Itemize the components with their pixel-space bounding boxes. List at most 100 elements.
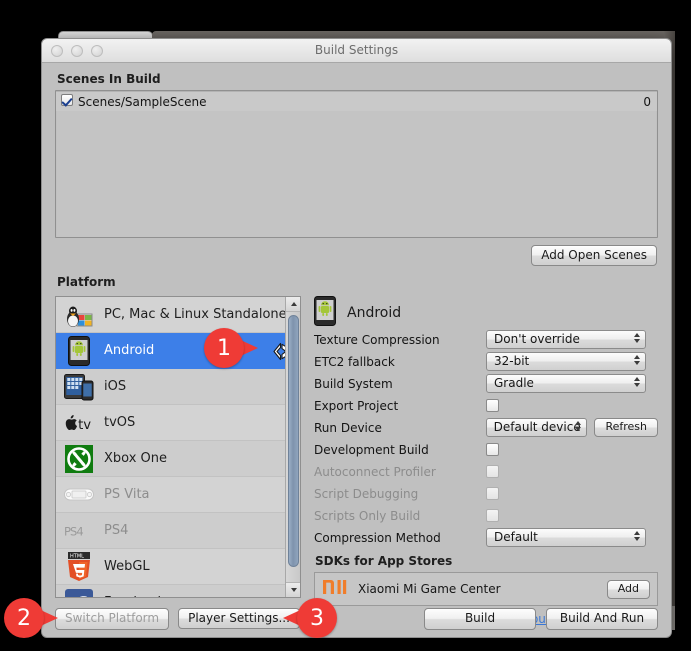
callout-number: 3 [310, 605, 324, 631]
setting-label: Script Debugging [314, 486, 419, 501]
scroll-down-arrow-icon[interactable] [286, 582, 300, 597]
selected-platform-name: Android [347, 305, 402, 321]
scene-name: Scenes/SampleScene [78, 94, 207, 109]
script-debugging-checkbox [486, 487, 499, 500]
window-title: Build Settings [314, 43, 399, 57]
add-sdk-button[interactable]: Add [606, 579, 650, 599]
platform-item-ps-vita[interactable]: PS Vita [56, 477, 300, 513]
dropdown-stepper-icon [634, 377, 640, 387]
setting-scripts-only-build: Scripts Only Build [314, 506, 658, 525]
ios-icon [64, 372, 94, 402]
sdks-section-label: SDKs for App Stores [315, 554, 453, 568]
dialog-bottom-bar: Switch Platform Player Settings... Build… [42, 601, 671, 637]
platform-area: PC, Mac & Linux Standalone Android iOS t… [55, 296, 658, 626]
setting-build-system: Build System Gradle [314, 374, 658, 393]
platform-item-label: Android [104, 343, 155, 358]
setting-compression-method: Compression Method Default [314, 528, 658, 547]
platform-item-label: PC, Mac & Linux Standalone [104, 307, 287, 322]
scripts-only-build-checkbox [486, 509, 499, 522]
svg-text:PS4: PS4 [64, 524, 83, 538]
export-project-checkbox[interactable] [486, 399, 499, 412]
development-build-checkbox[interactable] [486, 443, 499, 456]
android-icon [314, 296, 336, 330]
texture-compression-dropdown[interactable]: Don't override [486, 330, 646, 349]
setting-label: Development Build [314, 442, 429, 457]
standalone-icon [64, 300, 94, 330]
platform-item-label: iOS [104, 379, 127, 394]
player-settings-button[interactable]: Player Settings... [178, 608, 300, 629]
platform-settings-pane: Android Texture Compression Don't overri… [314, 296, 658, 626]
screen: Build Settings Scenes In Build Scenes/Sa… [0, 0, 691, 651]
callout-marker-1: 1 [204, 328, 258, 368]
scrollbar-thumb[interactable] [288, 315, 299, 567]
dropdown-stepper-icon [634, 355, 640, 365]
callout-number: 2 [17, 605, 31, 631]
platform-item-label: Xbox One [104, 451, 168, 466]
dropdown-stepper-icon [575, 421, 582, 431]
platform-item-label: tvOS [104, 415, 136, 430]
setting-texture-compression: Texture Compression Don't override [314, 330, 658, 349]
platform-item-label: Facebook [104, 595, 165, 597]
window-body: Scenes In Build Scenes/SampleScene 0 Add… [42, 63, 671, 637]
xiaomi-mi-icon [322, 578, 348, 600]
platform-list-scrollbar[interactable] [285, 297, 300, 597]
callout-marker-2: 2 [4, 598, 58, 638]
scenes-section-label: Scenes In Build [57, 72, 161, 86]
tvos-icon: tv [64, 408, 94, 438]
switch-platform-button[interactable]: Switch Platform [55, 608, 170, 630]
scenes-in-build-list[interactable]: Scenes/SampleScene 0 [55, 90, 658, 238]
setting-label: Compression Method [314, 530, 441, 545]
webgl-icon: HTML [64, 551, 94, 582]
run-device-dropdown[interactable]: Default device [485, 418, 588, 437]
etc2-fallback-dropdown[interactable]: 32-bit [486, 352, 646, 371]
xbox-icon [64, 444, 94, 474]
build-button[interactable]: Build [424, 608, 536, 630]
autoconnect-profiler-checkbox [486, 465, 499, 478]
platform-item-webgl[interactable]: HTML WebGL [56, 549, 300, 585]
setting-label: ETC2 fallback [314, 354, 395, 369]
scene-index: 0 [643, 94, 651, 109]
build-and-run-button[interactable]: Build And Run [546, 608, 658, 630]
dropdown-stepper-icon [634, 333, 640, 343]
sdk-name: Xiaomi Mi Game Center [358, 582, 501, 596]
platform-item-label: WebGL [104, 559, 150, 574]
selected-platform-header: Android [314, 296, 658, 330]
setting-export-project: Export Project [314, 396, 658, 415]
setting-run-device: Run Device Default device Refresh [314, 418, 658, 437]
platform-section-label: Platform [57, 275, 116, 289]
platform-item-tvos[interactable]: tv tvOS [56, 405, 300, 441]
ps4-icon: PS4 [64, 516, 94, 546]
setting-label: Scripts Only Build [314, 508, 421, 523]
svg-text:HTML: HTML [70, 553, 84, 559]
platform-item-standalone[interactable]: PC, Mac & Linux Standalone [56, 297, 300, 333]
setting-development-build: Development Build [314, 440, 658, 459]
add-open-scenes-button[interactable]: Add Open Scenes [531, 245, 657, 266]
build-settings-window: Build Settings Scenes In Build Scenes/Sa… [41, 38, 672, 638]
compression-method-dropdown[interactable]: Default [486, 528, 646, 547]
platform-item-ios[interactable]: iOS [56, 369, 300, 405]
svg-text:tv: tv [78, 418, 91, 433]
platform-list[interactable]: PC, Mac & Linux Standalone Android iOS t… [55, 296, 301, 598]
callout-marker-3: 3 [283, 598, 337, 638]
android-icon [64, 335, 94, 366]
setting-label: Texture Compression [314, 332, 440, 347]
platform-item-label: PS Vita [104, 487, 150, 502]
setting-autoconnect-profiler: Autoconnect Profiler [314, 462, 658, 481]
setting-label: Run Device [314, 420, 382, 435]
platform-item-xbox-one[interactable]: Xbox One [56, 441, 300, 477]
scene-row[interactable]: Scenes/SampleScene 0 [56, 92, 657, 111]
facebook-icon [64, 588, 94, 597]
platform-item-ps4[interactable]: PS4 PS4 [56, 513, 300, 549]
dropdown-stepper-icon [634, 531, 640, 541]
setting-etc2-fallback: ETC2 fallback 32-bit [314, 352, 658, 371]
setting-script-debugging: Script Debugging [314, 484, 658, 503]
platform-item-facebook[interactable]: Facebook [56, 585, 300, 597]
build-system-dropdown[interactable]: Gradle [486, 374, 646, 393]
callout-number: 1 [217, 335, 231, 361]
psvita-icon [64, 480, 94, 510]
platform-item-android[interactable]: Android [56, 333, 300, 369]
refresh-devices-button[interactable]: Refresh [594, 418, 658, 437]
setting-label: Autoconnect Profiler [314, 464, 436, 479]
scroll-up-arrow-icon[interactable] [286, 297, 300, 312]
scene-checkbox[interactable] [61, 94, 73, 109]
